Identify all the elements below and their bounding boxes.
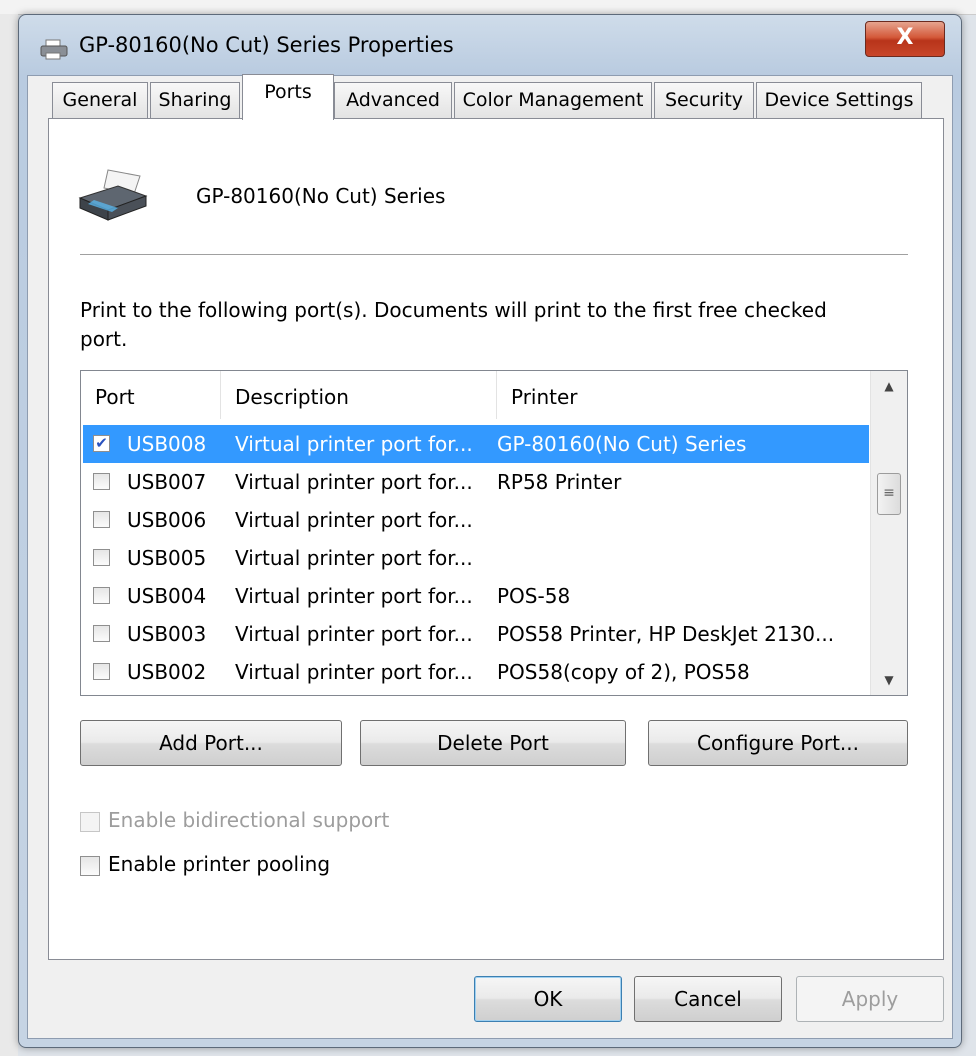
ports-list[interactable]: Port Description Printer ✔ USB008 Virtual … [80, 370, 908, 696]
column-header-description[interactable]: Description [221, 371, 497, 419]
table-row[interactable]: USB004 Virtual printer port for... POS-58 [83, 577, 869, 615]
column-header-port[interactable]: Port [81, 371, 221, 419]
description-cell: Virtual printer port for... [235, 546, 473, 570]
port-checkbox[interactable] [93, 473, 110, 490]
printer-pooling-option[interactable]: Enable printer pooling [80, 852, 330, 876]
port-checkbox[interactable]: ✔ [93, 435, 110, 452]
printer-cell: POS58 Printer, HP DeskJet 2130... [497, 622, 835, 646]
printer-pooling-checkbox[interactable] [80, 855, 100, 876]
printer-cell: RP58 Printer [497, 470, 622, 494]
port-cell: USB005 [127, 546, 207, 570]
description-cell: Virtual printer port for... [235, 508, 473, 532]
ok-button[interactable]: OK [474, 976, 622, 1022]
tab-security[interactable]: Security [654, 82, 754, 118]
ports-list-header: Port Description Printer [81, 371, 871, 419]
description-cell: Virtual printer port for... [235, 622, 473, 646]
description-cell: Virtual printer port for... [235, 470, 473, 494]
bidirectional-support-checkbox [80, 811, 100, 832]
description-cell: Virtual printer port for... [235, 584, 473, 608]
port-cell: USB003 [127, 622, 207, 646]
port-checkbox[interactable] [93, 549, 110, 566]
tab-sharing[interactable]: Sharing [150, 82, 240, 118]
printer-small-icon [40, 39, 68, 60]
title-bar[interactable]: GP-80160(No Cut) Series Properties X [19, 15, 961, 75]
printer-name: GP-80160(No Cut) Series [196, 184, 446, 208]
delete-port-button[interactable]: Delete Port [360, 720, 626, 766]
instructions-text: Print to the following port(s). Document… [80, 298, 827, 351]
tab-device-settings[interactable]: Device Settings [756, 82, 922, 118]
tab-ports[interactable]: Ports [242, 74, 334, 120]
table-row[interactable]: USB005 Virtual printer port for... [83, 539, 869, 577]
port-checkbox[interactable] [93, 511, 110, 528]
configure-port-button[interactable]: Configure Port... [648, 720, 908, 766]
close-button[interactable]: X [865, 21, 945, 57]
port-checkbox[interactable] [93, 663, 110, 680]
table-row[interactable]: USB007 Virtual printer port for... RP58 Pr… [83, 463, 869, 501]
port-checkbox[interactable] [93, 587, 110, 604]
table-row[interactable]: ✔ USB008 Virtual printer port for... GP-801… [83, 425, 869, 463]
column-header-printer[interactable]: Printer [497, 371, 871, 419]
printer-cell: POS58(copy of 2), POS58 [497, 660, 750, 684]
description-cell: Virtual printer port for... [235, 432, 473, 456]
separator [80, 254, 908, 255]
printer-pooling-label[interactable]: Enable printer pooling [108, 852, 330, 876]
printer-icon [78, 169, 148, 221]
tab-general[interactable]: General [52, 82, 148, 118]
table-row[interactable]: USB006 Virtual printer port for... [83, 501, 869, 539]
port-cell: USB008 [127, 432, 207, 456]
bidirectional-support-label: Enable bidirectional support [108, 808, 390, 832]
printer-cell: POS-58 [497, 584, 571, 608]
scroll-down-arrow-icon[interactable]: ▼ [871, 665, 907, 695]
background-window [0, 14, 18, 1056]
port-checkbox[interactable] [93, 625, 110, 642]
scroll-up-arrow-icon[interactable]: ▲ [871, 371, 907, 401]
bidirectional-support-option: Enable bidirectional support [80, 808, 389, 832]
table-row[interactable]: USB002 Virtual printer port for... POS58(c… [83, 653, 869, 691]
scroll-thumb[interactable]: ≡ [877, 473, 901, 515]
port-cell: USB006 [127, 508, 207, 532]
apply-button[interactable]: Apply [796, 976, 944, 1022]
table-row[interactable]: USB003 Virtual printer port for... POS58 P… [83, 615, 869, 653]
port-cell: USB007 [127, 470, 207, 494]
port-cell: USB002 [127, 660, 207, 684]
description-cell: Virtual printer port for... [235, 660, 473, 684]
add-port-button[interactable]: Add Port... [80, 720, 342, 766]
window-title: GP-80160(No Cut) Series Properties [79, 33, 454, 57]
port-cell: USB004 [127, 584, 207, 608]
tab-color-management[interactable]: Color Management [454, 82, 652, 118]
tab-advanced[interactable]: Advanced [334, 82, 452, 118]
printer-cell: GP-80160(No Cut) Series [497, 432, 747, 456]
background-ruler [0, 0, 976, 15]
ports-list-scrollbar[interactable]: ▲ ≡ ▼ [870, 371, 907, 695]
cancel-button[interactable]: Cancel [634, 976, 782, 1022]
